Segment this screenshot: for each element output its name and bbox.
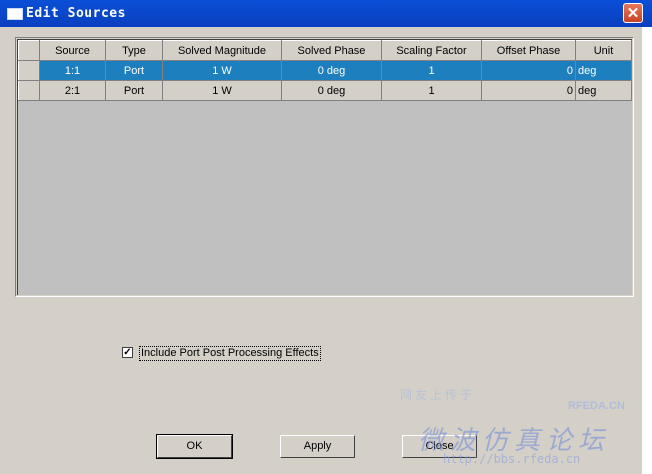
column-header-source[interactable]: Source — [39, 40, 106, 61]
table-row[interactable]: 2:1 Port 1 W 0 deg 1 0 deg — [18, 80, 632, 101]
cell-solved-phase[interactable]: 0 deg — [281, 60, 382, 81]
window-edge — [642, 27, 652, 474]
cell-unit[interactable]: deg — [575, 80, 632, 101]
watermark-brand: RFEDA.CN — [568, 400, 625, 412]
cell-offset-phase[interactable]: 0 — [481, 80, 576, 101]
column-header-scaling-factor[interactable]: Scaling Factor — [381, 40, 482, 61]
window-icon — [7, 8, 23, 20]
apply-button[interactable]: Apply — [280, 435, 355, 458]
include-port-checkbox[interactable]: ✓ — [122, 347, 133, 358]
column-header-solved-magnitude[interactable]: Solved Magnitude — [162, 40, 282, 61]
window-title: Edit Sources — [26, 6, 126, 21]
cell-source[interactable]: 1:1 — [39, 60, 106, 81]
cell-type[interactable]: Port — [105, 60, 163, 81]
column-header-unit[interactable]: Unit — [575, 40, 632, 61]
cell-solved-phase[interactable]: 0 deg — [281, 80, 382, 101]
column-header-type[interactable]: Type — [105, 40, 163, 61]
table-header-row: Source Type Solved Magnitude Solved Phas… — [18, 40, 632, 61]
cell-solved-magnitude[interactable]: 1 W — [162, 80, 282, 101]
watermark: 网友上传于 RFEDA.CN 微波仿真论坛 http://bbs.rfeda.c… — [388, 380, 652, 474]
close-window-button[interactable]: ✕ — [623, 3, 643, 23]
title-bar[interactable]: Edit Sources ✕ — [0, 0, 652, 27]
row-selector[interactable] — [18, 60, 40, 81]
close-button[interactable]: Close — [402, 435, 477, 458]
column-header-offset-phase[interactable]: Offset Phase — [481, 40, 576, 61]
cell-scaling-factor[interactable]: 1 — [381, 60, 482, 81]
sources-table: Source Type Solved Magnitude Solved Phas… — [18, 40, 632, 101]
cell-type[interactable]: Port — [105, 80, 163, 101]
ok-button[interactable]: OK — [156, 434, 233, 459]
corner-header[interactable] — [18, 40, 40, 61]
table-row[interactable]: 1:1 Port 1 W 0 deg 1 0 deg — [18, 60, 632, 81]
cell-scaling-factor[interactable]: 1 — [381, 80, 482, 101]
cell-unit[interactable]: deg — [575, 60, 632, 81]
watermark-line1: 网友上传于 — [400, 388, 476, 402]
column-header-solved-phase[interactable]: Solved Phase — [281, 40, 382, 61]
cell-source[interactable]: 2:1 — [39, 80, 106, 101]
sources-grid[interactable]: Source Type Solved Magnitude Solved Phas… — [15, 37, 634, 297]
row-selector[interactable] — [18, 80, 40, 101]
cell-solved-magnitude[interactable]: 1 W — [162, 60, 282, 81]
include-port-label[interactable]: Include Port Post Processing Effects — [139, 346, 321, 361]
cell-offset-phase[interactable]: 0 — [481, 60, 576, 81]
